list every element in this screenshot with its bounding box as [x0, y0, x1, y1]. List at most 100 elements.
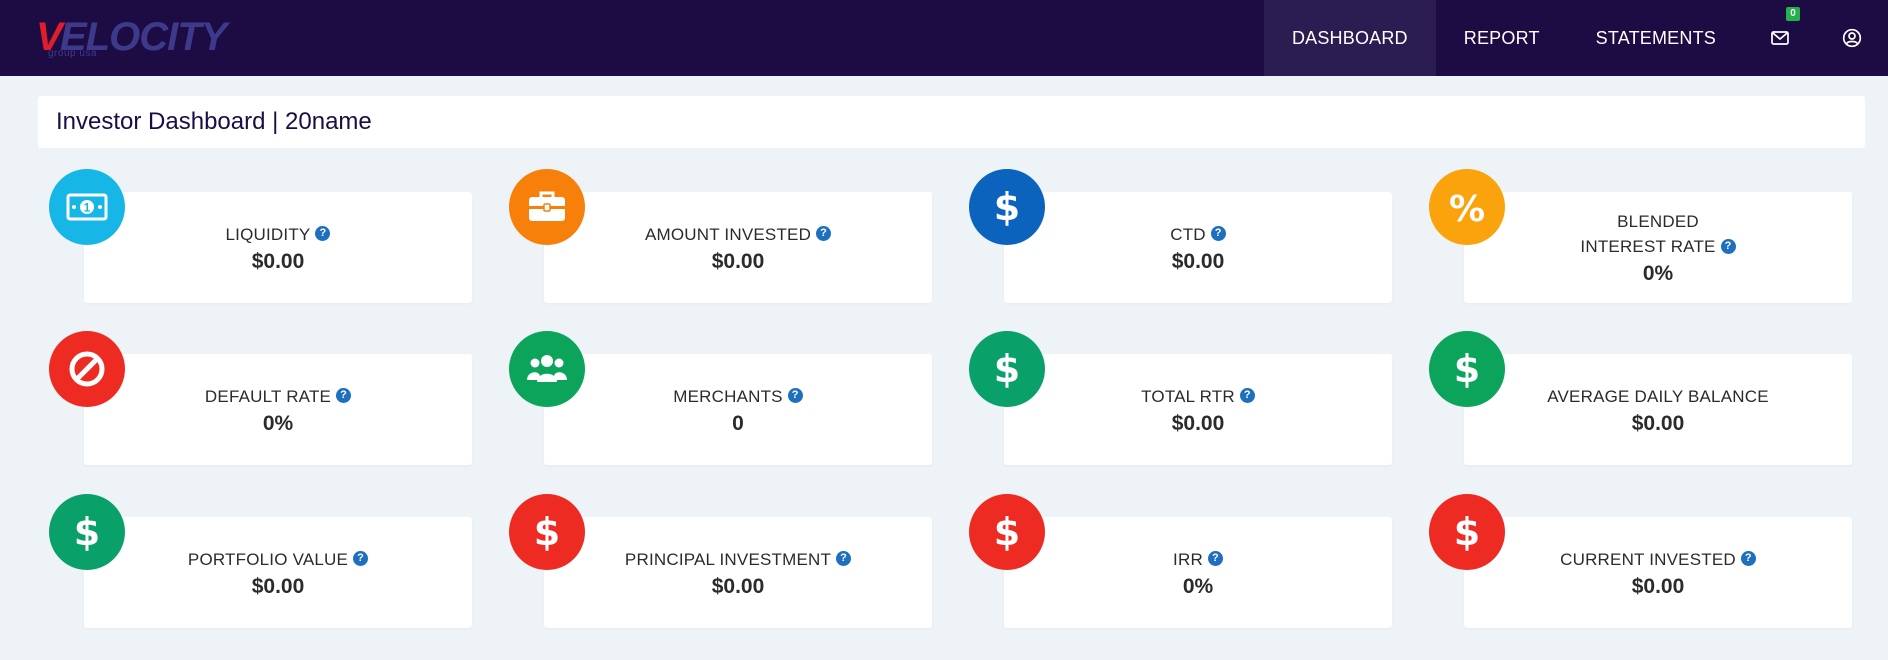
percent-icon-badge: % [1429, 169, 1505, 245]
dollar-icon: $ [1454, 347, 1480, 391]
envelope-icon [1771, 31, 1789, 45]
stat-label: MERCHANTS [673, 386, 783, 406]
stat-card-body: CTD? $0.00 [1004, 192, 1392, 303]
page-title-bar: Investor Dashboard | 20name [38, 96, 1865, 148]
user-menu-button[interactable] [1816, 0, 1888, 76]
help-icon[interactable]: ? [353, 551, 369, 567]
svg-text:$: $ [1454, 510, 1480, 554]
briefcase-icon-badge [509, 169, 585, 245]
stat-card: PORTFOLIO VALUE? $0.00 [84, 517, 472, 628]
stat-card: AMOUNT INVESTED? $0.00 [544, 192, 932, 303]
help-icon[interactable]: ? [787, 388, 803, 404]
dollar-icon-badge: $ [49, 494, 125, 570]
mail-count-badge: 0 [1786, 7, 1800, 21]
help-icon[interactable]: ? [1210, 226, 1226, 242]
stat-label-row: LIQUIDITY? [226, 222, 331, 247]
stat-card: BLENDED INTEREST RATE? 0% [1464, 192, 1852, 303]
stat-card: TOTAL RTR? $0.00 [1004, 354, 1392, 465]
stat-label: PRINCIPAL INVESTMENT [624, 549, 832, 569]
stat-label-row: INTEREST RATE? [1580, 234, 1736, 259]
help-icon[interactable]: ? [1239, 388, 1255, 404]
stat-label: IRR [1173, 549, 1203, 569]
svg-text:%: % [1449, 189, 1485, 229]
stat-card-body: PORTFOLIO VALUE? $0.00 [84, 517, 472, 628]
help-icon[interactable]: ? [836, 551, 852, 567]
stat-card-body: AMOUNT INVESTED? $0.00 [544, 192, 932, 303]
stat-card: IRR? 0% [1004, 517, 1392, 628]
stat-value: $0.00 [1171, 411, 1225, 435]
stat-label: PORTFOLIO VALUE [187, 549, 349, 569]
stat-label-line1: BLENDED [1617, 212, 1699, 231]
dollar-icon: $ [1454, 510, 1480, 554]
dollar-icon: $ [994, 185, 1020, 229]
stat-card-body: PRINCIPAL INVESTMENT? $0.00 [544, 517, 932, 628]
stat-label-row: DEFAULT RATE? [205, 384, 352, 409]
stat-card: MERCHANTS? 0 [544, 354, 932, 465]
dollar-icon: $ [994, 510, 1020, 554]
help-icon[interactable]: ? [1740, 551, 1756, 567]
help-icon[interactable]: ? [1720, 238, 1736, 254]
stat-value: $0.00 [251, 249, 305, 273]
help-icon[interactable]: ? [816, 226, 832, 242]
stat-label-row: CURRENT INVESTED? [1560, 547, 1756, 572]
dollar-icon-badge: $ [969, 494, 1045, 570]
main-nav: DASHBOARD REPORT STATEMENTS 0 [1263, 0, 1888, 76]
nav-dashboard[interactable]: DASHBOARD [1263, 0, 1436, 76]
svg-text:$: $ [994, 510, 1020, 554]
stat-label-row: AVERAGE DAILY BALANCE [1547, 384, 1769, 409]
stat-card: PRINCIPAL INVESTMENT? $0.00 [544, 517, 932, 628]
users-icon-badge [509, 331, 585, 407]
stat-value: 0% [262, 411, 294, 435]
stat-card: AVERAGE DAILY BALANCE $0.00 [1464, 354, 1852, 465]
velocity-logo[interactable]: V ELOCITY group usa [36, 12, 256, 62]
stat-value: 0% [1642, 262, 1674, 285]
page-title: Investor Dashboard | 20name [56, 108, 372, 135]
stat-label: CTD [1170, 224, 1206, 244]
help-icon[interactable]: ? [1207, 551, 1223, 567]
nav-report[interactable]: REPORT [1436, 0, 1568, 76]
stat-label: AMOUNT INVESTED [644, 224, 812, 244]
percent-icon: % [1449, 189, 1485, 229]
stat-label: TOTAL RTR [1141, 386, 1235, 406]
svg-text:$: $ [994, 185, 1020, 229]
dollar-icon-badge: $ [969, 331, 1045, 407]
stat-card: CTD? $0.00 [1004, 192, 1392, 303]
stat-card: LIQUIDITY? $0.00 [84, 192, 472, 303]
dollar-icon-badge: $ [1429, 331, 1505, 407]
help-icon[interactable]: ? [315, 226, 331, 242]
ban-icon-badge [49, 331, 125, 407]
user-circle-icon [1842, 28, 1862, 48]
svg-text:$: $ [534, 510, 560, 554]
dollar-icon: $ [994, 347, 1020, 391]
stat-value: $0.00 [251, 574, 305, 598]
stat-card-body: AVERAGE DAILY BALANCE $0.00 [1464, 354, 1852, 465]
cash-icon: 1 [66, 193, 108, 221]
help-icon[interactable]: ? [336, 388, 352, 404]
briefcase-icon [529, 191, 565, 221]
stat-card-body: DEFAULT RATE? 0% [84, 354, 472, 465]
stat-value: $0.00 [1171, 249, 1225, 273]
stat-card: DEFAULT RATE? 0% [84, 354, 472, 465]
stat-label-row: AMOUNT INVESTED? [644, 222, 832, 247]
stat-label: INTEREST RATE [1580, 237, 1716, 256]
stat-label-row: TOTAL RTR? [1141, 384, 1255, 409]
stat-card-body: TOTAL RTR? $0.00 [1004, 354, 1392, 465]
stat-value: $0.00 [1631, 411, 1685, 435]
stat-label: LIQUIDITY [225, 224, 311, 244]
stat-card-body: IRR? 0% [1004, 517, 1392, 628]
nav-statements[interactable]: STATEMENTS [1568, 0, 1744, 76]
stat-value: $0.00 [711, 574, 765, 598]
mail-button[interactable]: 0 [1744, 0, 1816, 76]
stat-card-body: LIQUIDITY? $0.00 [84, 192, 472, 303]
dollar-icon-badge: $ [1429, 494, 1505, 570]
dollar-icon-badge: $ [509, 494, 585, 570]
stat-label-row: PORTFOLIO VALUE? [187, 547, 369, 572]
svg-text:$: $ [994, 347, 1020, 391]
dollar-icon: $ [74, 510, 100, 554]
cash-icon-badge: 1 [49, 169, 125, 245]
stat-label-row: CTD? [1170, 222, 1226, 247]
stat-label: AVERAGE DAILY BALANCE [1547, 386, 1769, 406]
stat-card-body: BLENDED INTEREST RATE? 0% [1464, 192, 1852, 303]
stat-label: CURRENT INVESTED [1560, 549, 1736, 569]
stat-value: 0% [1182, 574, 1214, 598]
